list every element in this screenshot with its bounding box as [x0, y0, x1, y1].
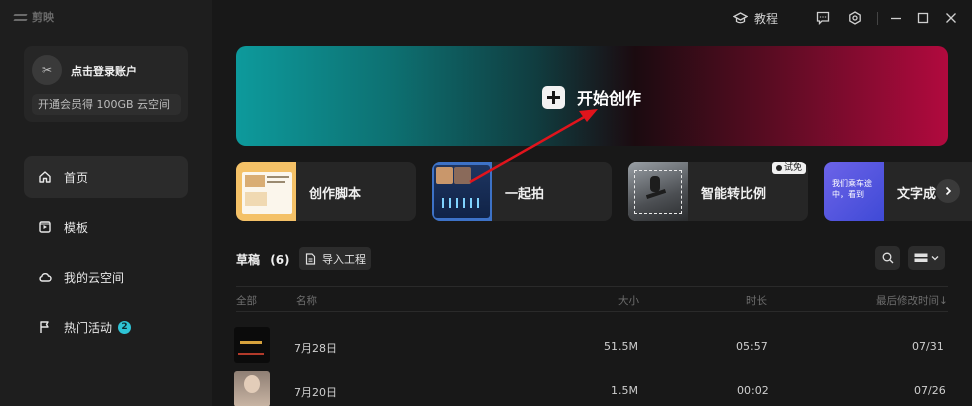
minimize-icon[interactable] [890, 12, 902, 24]
import-project-label: 导入工程 [322, 252, 366, 266]
carousel-next-button[interactable] [936, 179, 960, 203]
script-thumbnail [236, 162, 296, 221]
vip-promo-button[interactable]: 开通会员得 100GB 云空间 [32, 94, 181, 115]
start-creation-content: 开始创作 [542, 85, 641, 109]
capcut-logo-icon [14, 11, 28, 23]
sidebar-item-home[interactable]: 首页 [24, 156, 188, 198]
drafts-title: 草稿 (6) [236, 251, 290, 268]
sidebar-item-templates[interactable]: 模板 [24, 206, 188, 248]
avatar[interactable]: ✂ [32, 55, 62, 85]
sidebar-item-label: 首页 [64, 170, 89, 185]
draft-name: 7月28日 [294, 342, 337, 355]
draft-size: 1.5M [611, 384, 638, 397]
text-to-video-thumbnail: 我们乘车途 中，看到 [824, 162, 884, 221]
draft-modified: 07/31 [912, 340, 944, 353]
view-mode-dropdown[interactable] [908, 246, 945, 270]
draft-name: 7月20日 [294, 386, 337, 399]
home-icon [39, 171, 51, 183]
shoot-together-thumbnail [432, 162, 492, 221]
draft-modified: 07/26 [914, 384, 946, 397]
start-creation-button[interactable]: 开始创作 [236, 46, 948, 146]
flag-icon [40, 321, 49, 333]
avatar-glyph: ✂ [41, 63, 53, 77]
drafts-count: (6) [270, 253, 290, 267]
column-name[interactable]: 名称 [296, 293, 317, 308]
column-duration[interactable]: 时长 [746, 293, 767, 308]
login-link[interactable]: 点击登录账户 [71, 63, 137, 79]
script-creation-label: 创作脚本 [309, 187, 362, 202]
smart-ratio-thumbnail [628, 162, 688, 221]
draft-thumbnail [234, 327, 270, 363]
shoot-together-card[interactable]: 一起拍 [432, 162, 612, 221]
plus-icon [542, 85, 565, 109]
table-row[interactable]: 7月20日 1.5M 00:02 07/26 [234, 371, 948, 406]
table-row[interactable]: 7月28日 51.5M 05:57 07/31 [234, 327, 948, 365]
start-creation-label: 开始创作 [577, 89, 642, 108]
script-creation-card[interactable]: 创作脚本 [236, 162, 416, 221]
draft-thumbnail [234, 371, 270, 406]
sidebar-item-cloud[interactable]: 我的云空间 [24, 256, 188, 298]
template-icon [39, 221, 51, 233]
trial-badge: 试免 [771, 162, 806, 174]
tutorial-label: 教程 [754, 12, 779, 26]
search-icon [882, 252, 893, 264]
text-to-video-label: 文字成 [897, 187, 937, 202]
settings-icon[interactable] [848, 11, 862, 25]
app-logo-text: 剪映 [32, 11, 54, 24]
cloud-icon [39, 273, 52, 282]
trial-badge-text: 试免 [783, 163, 802, 173]
draft-duration: 00:02 [737, 384, 769, 397]
smart-ratio-label: 智能转比例 [701, 187, 767, 202]
sidebar-item-label: 我的云空间 [64, 270, 125, 285]
column-size[interactable]: 大小 [618, 293, 639, 308]
feedback-icon[interactable] [816, 11, 830, 25]
column-all[interactable]: 全部 [236, 293, 257, 308]
app-logo: 剪映 [14, 9, 54, 25]
chevron-right-icon [945, 186, 952, 196]
drafts-title-text: 草稿 [236, 253, 261, 267]
close-icon[interactable] [945, 12, 957, 24]
titlebar-divider [877, 12, 878, 25]
title-bar: 教程 [212, 0, 972, 36]
trial-dot-icon [775, 165, 782, 171]
tutorial-button[interactable]: 教程 [733, 10, 778, 27]
draft-size: 51.5M [604, 340, 638, 353]
list-view-icon [914, 253, 928, 262]
sidebar-item-label: 模板 [64, 220, 89, 235]
drafts-table-header: 全部 名称 大小 时长 最后修改时间↓ [236, 286, 948, 312]
sidebar: 剪映 ✂ 点击登录账户 开通会员得 100GB 云空间 首页 模板 我的云空间 … [0, 0, 212, 406]
maximize-icon[interactable] [917, 12, 929, 24]
import-project-button[interactable]: 导入工程 [299, 247, 371, 270]
search-drafts-button[interactable] [875, 246, 900, 270]
document-icon [305, 252, 316, 265]
chevron-down-icon [931, 256, 939, 261]
shoot-together-label: 一起拍 [505, 187, 545, 202]
smart-ratio-card[interactable]: 智能转比例 试免 [628, 162, 808, 221]
column-modified[interactable]: 最后修改时间↓ [876, 293, 948, 308]
graduation-cap-icon [733, 12, 748, 24]
sidebar-item-events[interactable]: 热门活动 2 [24, 306, 188, 348]
text-to-video-thumb-text: 我们乘车途 中，看到 [832, 179, 872, 199]
sidebar-item-label: 热门活动 [64, 320, 113, 335]
draft-duration: 05:57 [736, 340, 768, 353]
account-card[interactable]: ✂ 点击登录账户 开通会员得 100GB 云空间 [24, 46, 188, 122]
notification-badge: 2 [118, 320, 132, 334]
